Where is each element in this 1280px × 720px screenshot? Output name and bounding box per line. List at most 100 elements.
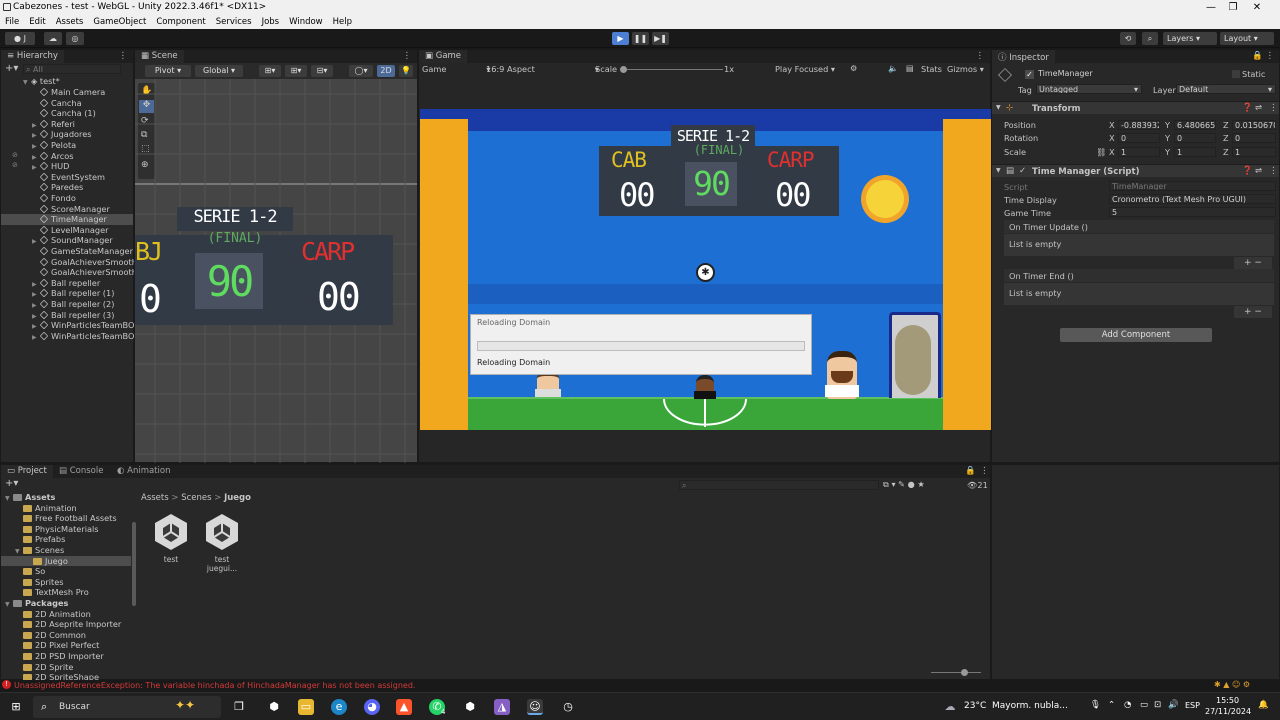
language-indicator[interactable]: ESP bbox=[1185, 701, 1200, 710]
hierarchy-item[interactable]: EventSystem bbox=[1, 172, 133, 183]
pos-z-field[interactable]: 0.0150670 bbox=[1232, 120, 1276, 130]
hierarchy-item[interactable]: ScoreManager bbox=[1, 204, 133, 215]
windows-start-icon[interactable]: ⊞ bbox=[8, 699, 24, 715]
scale-slider-thumb[interactable] bbox=[620, 66, 627, 73]
grid-button[interactable]: ⊞▾ bbox=[285, 65, 307, 77]
network-icon[interactable]: ⊡ bbox=[1154, 700, 1161, 710]
lighting-toggle-icon[interactable]: 💡 bbox=[399, 65, 413, 77]
component-menu-icon[interactable]: ⋮ bbox=[1269, 166, 1278, 176]
global-dropdown[interactable]: Global ▾ bbox=[195, 65, 243, 77]
expand-arrow-icon[interactable]: ▼ bbox=[5, 495, 13, 502]
hierarchy-item[interactable]: LevelManager bbox=[1, 225, 133, 236]
hierarchy-item[interactable]: Cancha (1) bbox=[1, 108, 133, 119]
hierarchy-item[interactable]: ▶ Jugadores bbox=[1, 129, 133, 140]
tab-animation[interactable]: ◐ Animation bbox=[111, 465, 177, 478]
hierarchy-item[interactable]: ▶ Ball repeller (3) bbox=[1, 310, 133, 321]
hierarchy-item[interactable]: ▶ Pelota bbox=[1, 140, 133, 151]
toggle-icon[interactable]: ▤ bbox=[906, 63, 914, 73]
hierarchy-item[interactable]: GameStateManager bbox=[1, 246, 133, 257]
expand-arrow-icon[interactable]: ▶ bbox=[32, 281, 40, 288]
project-tree-item[interactable]: 2D Common bbox=[1, 630, 131, 641]
time-display-field[interactable]: Cronometro (Text Mesh Pro UGUI) bbox=[1109, 194, 1276, 204]
icon-size-slider-thumb[interactable] bbox=[961, 669, 968, 676]
pos-x-field[interactable]: -0.883932 bbox=[1118, 120, 1160, 130]
more-icon[interactable]: ⋮ bbox=[403, 51, 412, 61]
script-enabled-checkbox[interactable]: ✓ bbox=[1019, 166, 1026, 176]
game-time-field[interactable]: 5 bbox=[1109, 207, 1276, 217]
expand-arrow-icon[interactable]: ▶ bbox=[32, 334, 40, 341]
menu-window[interactable]: Window bbox=[284, 15, 328, 27]
hierarchy-item[interactable]: ▶ WinParticlesTeamBO bbox=[1, 331, 134, 342]
notifications-icon[interactable]: 🔔 bbox=[1258, 700, 1269, 710]
more-icon[interactable]: ⋮ bbox=[976, 51, 985, 61]
static-checkbox[interactable] bbox=[1232, 70, 1240, 78]
project-tree-item[interactable]: TextMesh Pro bbox=[1, 587, 131, 598]
scale-slider[interactable] bbox=[623, 69, 723, 70]
status-bar[interactable]: ! UnassignedReferenceException: The vari… bbox=[0, 680, 1280, 692]
hierarchy-item[interactable]: ▶ WinParticlesTeamBO bbox=[1, 320, 134, 331]
volume-icon[interactable]: 🔊 bbox=[1168, 700, 1179, 710]
discord-icon[interactable]: ◕ bbox=[364, 699, 380, 715]
project-tree-item[interactable]: 2D Sprite bbox=[1, 662, 131, 673]
rot-x-field[interactable]: 0 bbox=[1118, 133, 1160, 143]
lock-icon[interactable]: 🔒 bbox=[1252, 51, 1263, 61]
help-icon[interactable]: ❓ bbox=[1242, 166, 1253, 176]
project-search-input[interactable]: ⌕ bbox=[679, 480, 879, 490]
project-tree-item[interactable]: 2D SpriteShape bbox=[1, 672, 131, 680]
display-dropdown[interactable]: Game ▾ bbox=[422, 64, 491, 74]
close-button[interactable]: ✕ bbox=[1234, 0, 1280, 15]
task-view-icon[interactable]: ❐ bbox=[231, 699, 247, 715]
expand-arrow-icon[interactable]: ▶ bbox=[32, 313, 40, 320]
active-checkbox[interactable]: ✓ bbox=[1025, 70, 1034, 79]
hierarchy-item[interactable]: Cancha bbox=[1, 98, 133, 109]
hierarchy-item[interactable]: ▶ Ball repeller (1) bbox=[1, 288, 133, 299]
tab-inspector[interactable]: ⓘ Inspector bbox=[992, 50, 1055, 63]
cloud-button[interactable]: ☁ bbox=[44, 32, 62, 45]
hierarchy-item[interactable]: ▶ SoundManager bbox=[1, 235, 133, 246]
project-tree-item[interactable]: 2D PSD Importer bbox=[1, 651, 131, 662]
lock-icon[interactable]: 🔒 bbox=[965, 466, 976, 476]
gizmos-dropdown[interactable]: Gizmos ▾ bbox=[947, 64, 984, 74]
audio-icon[interactable]: 🔈 bbox=[888, 63, 898, 74]
rot-y-field[interactable]: 0 bbox=[1174, 133, 1216, 143]
expand-arrow-icon[interactable]: ▼ bbox=[5, 601, 13, 608]
more-icon[interactable]: ⋮ bbox=[980, 466, 989, 476]
shading-dropdown[interactable]: ◯▾ bbox=[349, 65, 373, 77]
menu-edit[interactable]: Edit bbox=[24, 15, 50, 27]
unity-editor-icon[interactable]: ⬢ bbox=[462, 699, 478, 715]
layers-dropdown[interactable]: Layers ▾ bbox=[1163, 32, 1217, 45]
clock-date[interactable]: 27/11/2024 bbox=[1205, 707, 1251, 716]
breadcrumb-assets[interactable]: Assets bbox=[141, 493, 169, 503]
layer-dropdown[interactable]: Default ▾ bbox=[1176, 84, 1276, 94]
hierarchy-item[interactable]: Paredes bbox=[1, 182, 133, 193]
create-asset-button[interactable]: +▾ bbox=[5, 478, 18, 489]
preset-icon[interactable]: ⇌ bbox=[1255, 166, 1262, 176]
scale-y-field[interactable]: 1 bbox=[1174, 147, 1216, 157]
aspect-dropdown[interactable]: 16:9 Aspect ▾ bbox=[486, 64, 599, 74]
project-tree-item[interactable]: Animation bbox=[1, 503, 131, 514]
menu-file[interactable]: File bbox=[0, 15, 24, 27]
hierarchy-item[interactable]: ▶ Ball repeller bbox=[1, 278, 133, 289]
scale-z-field[interactable]: 1 bbox=[1232, 147, 1276, 157]
search-button[interactable]: ⌕ bbox=[1142, 32, 1158, 45]
unity-hub-icon[interactable]: ⬢ bbox=[266, 699, 282, 715]
settings-icon[interactable]: ⚙ bbox=[850, 63, 857, 73]
unity-game-icon[interactable]: ☺ bbox=[527, 699, 543, 715]
history-button[interactable]: ⟲ bbox=[1120, 32, 1136, 45]
menu-services[interactable]: Services bbox=[211, 15, 257, 27]
hierarchy-item[interactable]: Fondo bbox=[1, 193, 133, 204]
rot-z-field[interactable]: 0 bbox=[1232, 133, 1276, 143]
filter-icons[interactable]: ⧉ ▾ ✎ ● ★ bbox=[883, 479, 925, 490]
expand-arrow-icon[interactable]: ▶ bbox=[32, 154, 40, 161]
scale-link-icon[interactable]: ⛓ bbox=[1096, 147, 1106, 158]
icon-size-slider[interactable] bbox=[931, 672, 981, 673]
component-menu-icon[interactable]: ⋮ bbox=[1269, 103, 1278, 113]
add-event-button[interactable]: + − bbox=[1234, 306, 1272, 318]
tab-game[interactable]: ▣ Game bbox=[419, 50, 468, 63]
hierarchy-item[interactable]: ▶ Arcos bbox=[1, 151, 133, 162]
play-button[interactable]: ▶ bbox=[612, 32, 629, 45]
increment-snap-button[interactable]: ⊟▾ bbox=[311, 65, 333, 77]
project-tree-item[interactable]: ▼ Assets bbox=[1, 492, 131, 503]
project-tree-item[interactable]: 2D Pixel Perfect bbox=[1, 640, 131, 651]
layout-dropdown[interactable]: Layout ▾ bbox=[1220, 32, 1274, 45]
